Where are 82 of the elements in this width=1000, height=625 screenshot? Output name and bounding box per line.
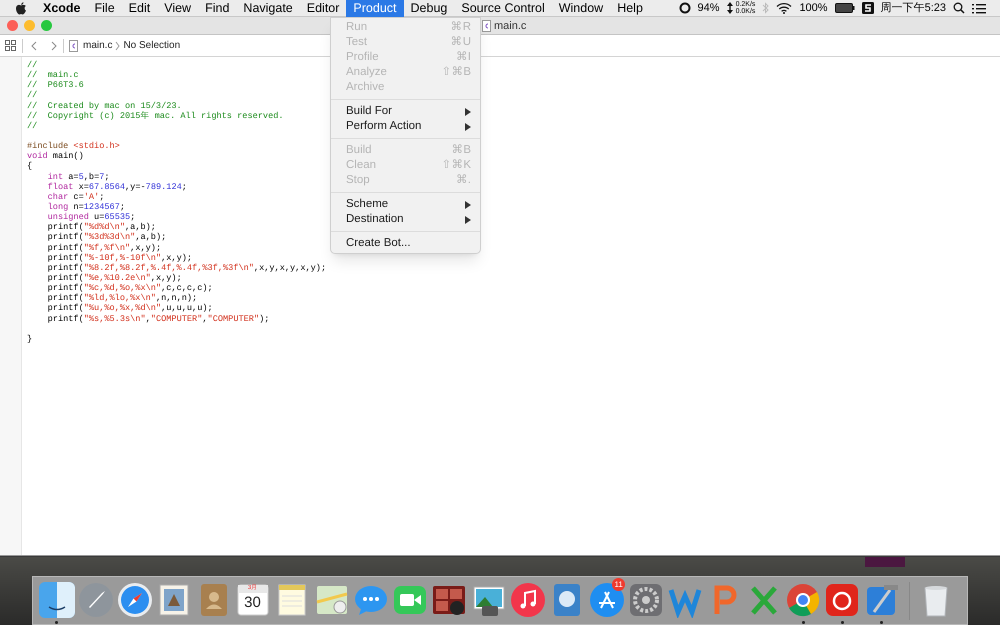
code-line: printf("%u,%o,%x,%d\n",u,u,u,u); bbox=[48, 303, 213, 314]
back-icon[interactable] bbox=[31, 40, 37, 50]
apple-icon[interactable] bbox=[15, 2, 27, 14]
code-line: printf("%ld,%lo,%x\n",n,n,n); bbox=[48, 293, 198, 304]
zoom-button[interactable] bbox=[41, 20, 52, 31]
code-line: printf("%3d%3d\n",a,b); bbox=[48, 232, 166, 243]
shortcut-label: ⌘I bbox=[456, 50, 471, 65]
status-text: 94% bbox=[698, 0, 720, 16]
list-icon[interactable] bbox=[972, 2, 986, 14]
battery-icon[interactable] bbox=[834, 3, 855, 13]
code-line: // main.c bbox=[27, 70, 79, 80]
shortcut-label: ⌘B bbox=[451, 142, 471, 158]
compass-icon[interactable] bbox=[117, 582, 154, 618]
file-icon bbox=[69, 40, 78, 52]
menu-item[interactable]: Scheme bbox=[331, 197, 480, 212]
menu-item[interactable]: Perform Action bbox=[331, 119, 480, 134]
input-method-icon[interactable] bbox=[862, 2, 874, 14]
code-line: unsigned u=65535; bbox=[48, 212, 136, 222]
code-line: // bbox=[27, 90, 38, 101]
status-text: 周一下午5:23 bbox=[880, 0, 946, 16]
code-line: printf("%c,%d,%o,%x\n",c,c,c,c); bbox=[48, 283, 213, 294]
close-button[interactable] bbox=[7, 20, 18, 31]
code-line: // Copyright (c) 2015年 mac. All rights reserved. bbox=[27, 110, 284, 121]
shortcut-label: ⌘. bbox=[456, 172, 471, 188]
up-down-arrow-icon[interactable] bbox=[726, 2, 733, 14]
menu-bar-item[interactable]: View bbox=[157, 0, 198, 16]
music-note-icon[interactable] bbox=[510, 582, 546, 618]
menu-bar-item[interactable]: Editor bbox=[300, 0, 346, 16]
calendar-icon[interactable] bbox=[234, 582, 271, 618]
code-line: int a=5,b=7; bbox=[48, 172, 110, 182]
code-line: // P66T3.6 bbox=[27, 80, 84, 90]
shortcut-label: ⌘R bbox=[450, 20, 471, 35]
menu-bar-item[interactable]: Xcode bbox=[36, 0, 88, 16]
code-line: printf("%f,%f\n",x,y); bbox=[48, 242, 162, 253]
calendar-day: 30 bbox=[234, 594, 270, 611]
chevron-icon bbox=[115, 40, 120, 50]
code-line: void main() bbox=[27, 151, 84, 162]
code-line: printf("%s,%5.3s\n","COMPUTER","COMPUTER"); bbox=[48, 314, 270, 324]
code-line: printf("%8.2f,%8.2f,%.4f,%.4f,%3f,%3f\n",x,y,x,y,x,y); bbox=[48, 262, 326, 273]
code-line: // Created by mac on 15/3/23. bbox=[27, 100, 182, 111]
circle-logo-icon[interactable] bbox=[785, 582, 822, 618]
menu-bar-item[interactable]: Source Control bbox=[454, 0, 552, 16]
search-icon[interactable] bbox=[953, 2, 965, 14]
code-line: // bbox=[27, 60, 38, 70]
breadcrumb-item[interactable]: main.c bbox=[83, 38, 112, 53]
code-line: printf("%e,%10.2e\n",x,y); bbox=[48, 272, 182, 284]
wifi-icon[interactable] bbox=[776, 2, 792, 14]
face-icon[interactable] bbox=[38, 582, 74, 618]
menu-bar-item[interactable]: Find bbox=[198, 0, 236, 16]
menu-item[interactable]: Create Bot... bbox=[331, 236, 480, 251]
menu-bar-item[interactable]: Product bbox=[346, 0, 404, 16]
code-line: printf("%d%d\n",a,b); bbox=[48, 222, 156, 232]
code-line: printf("%-10f,%-10f\n",x,y); bbox=[48, 252, 192, 263]
menu-bar-item[interactable]: Window bbox=[552, 0, 610, 16]
code-line: float x=67.8564,y=-789.124; bbox=[48, 182, 187, 192]
forward-icon[interactable] bbox=[51, 40, 57, 50]
code-line: { bbox=[27, 161, 32, 172]
code-line: } bbox=[27, 334, 32, 344]
app-store-icon[interactable] bbox=[588, 582, 625, 618]
status-text: 100% bbox=[799, 0, 828, 16]
code-line: #include <stdio.h> bbox=[27, 141, 120, 152]
progress-ring-icon[interactable] bbox=[678, 2, 691, 14]
menu-item[interactable]: Build For bbox=[331, 104, 480, 119]
shortcut-label: ⌘U bbox=[450, 34, 471, 50]
menu-bar-item[interactable]: Navigate bbox=[236, 0, 300, 16]
background-window bbox=[865, 557, 905, 567]
menu-bar-item[interactable]: Edit bbox=[122, 0, 158, 16]
gear-icon[interactable] bbox=[628, 582, 664, 618]
menu-bar-item[interactable]: Help bbox=[610, 0, 650, 16]
menu-item[interactable]: Destination bbox=[331, 212, 480, 227]
code-line: // bbox=[27, 120, 38, 131]
menu-bar-item[interactable]: File bbox=[88, 0, 122, 16]
breadcrumb-item[interactable]: No Selection bbox=[123, 38, 180, 53]
file-icon bbox=[482, 20, 491, 32]
shortcut-label: ⇧⌘K bbox=[441, 158, 471, 173]
menu-bar-item[interactable]: Debug bbox=[404, 0, 454, 16]
code-line: long n=1234567; bbox=[48, 202, 126, 212]
shortcut-label: ⇧⌘B bbox=[441, 64, 471, 80]
notification-badge: 11 bbox=[612, 578, 626, 591]
window-title: main.c bbox=[494, 19, 526, 34]
code-line: char c='A'; bbox=[48, 192, 104, 202]
grid-icon[interactable] bbox=[5, 40, 16, 51]
